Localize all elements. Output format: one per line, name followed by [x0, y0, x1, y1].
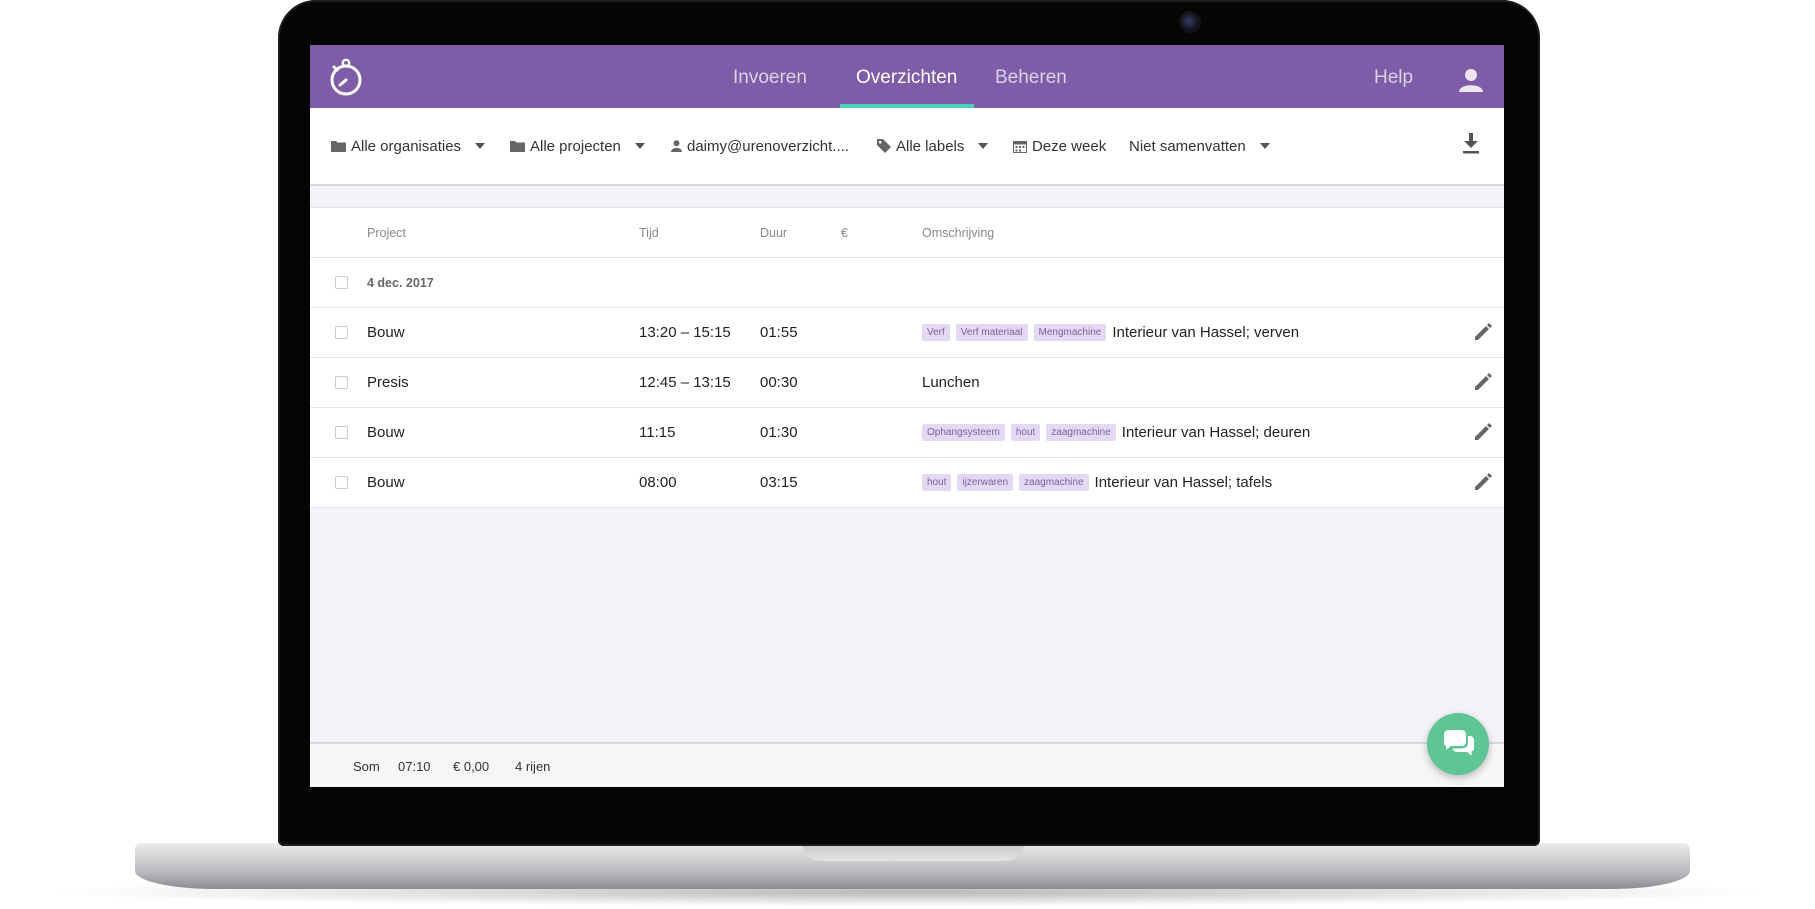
chevron-down-icon	[978, 143, 989, 149]
tag-badge: Mengmachine	[1033, 324, 1107, 341]
project-filter[interactable]: Alle projecten	[510, 108, 645, 184]
calendar-icon	[1013, 140, 1027, 153]
row-description: Interieur van Hassel; tafels	[1094, 474, 1273, 491]
label-filter[interactable]: Alle labels	[877, 108, 989, 184]
row-project: Bouw	[367, 324, 405, 341]
row-checkbox[interactable]	[335, 476, 348, 489]
table-header: Project Tijd Duur € Omschrijving	[310, 208, 1504, 258]
nav-beheren[interactable]: Beheren	[995, 45, 1067, 108]
row-duration: 03:15	[760, 474, 798, 491]
row-checkbox[interactable]	[335, 376, 348, 389]
stopwatch-logo-icon[interactable]	[327, 55, 365, 97]
row-checkbox[interactable]	[335, 326, 348, 339]
table-row[interactable]: Bouw 08:00 03:15 hout ijzerwaren zaagmac…	[310, 458, 1504, 508]
row-description: Interieur van Hassel; verven	[1112, 324, 1300, 341]
row-project: Bouw	[367, 474, 405, 491]
row-duration: 00:30	[760, 374, 798, 391]
row-checkbox[interactable]	[335, 426, 348, 439]
row-time: 11:15	[639, 424, 676, 441]
summary-footer: Som 07:10 € 0,00 4 rijen	[310, 742, 1504, 787]
time-entries-table: Project Tijd Duur € Omschrijving 4 dec. …	[310, 207, 1504, 508]
tag-icon	[877, 139, 891, 153]
pencil-icon[interactable]	[1473, 422, 1493, 442]
filter-bar: Alle organisaties Alle projecten daimy@u…	[310, 108, 1504, 186]
row-description: Lunchen	[922, 374, 980, 391]
tag-badge: zaagmachine	[1019, 474, 1089, 491]
table-row[interactable]: Bouw 13:20 – 15:15 01:55 Verf Verf mater…	[310, 308, 1504, 358]
user-filter[interactable]: daimy@urenoverzicht....	[671, 108, 849, 184]
period-filter[interactable]: Deze week	[1013, 108, 1106, 184]
table-row[interactable]: Presis 12:45 – 13:15 00:30 Lunchen	[310, 358, 1504, 408]
row-time: 08:00	[639, 474, 677, 491]
row-description-cell: Lunchen	[922, 358, 980, 407]
tag-badge: Verf materiaal	[955, 324, 1028, 341]
chevron-down-icon	[1259, 143, 1270, 149]
tag-badge: zaagmachine	[1046, 424, 1116, 441]
row-description-cell: hout ijzerwaren zaagmachine Interieur va…	[922, 458, 1272, 507]
user-filter-label: daimy@urenoverzicht....	[687, 137, 849, 155]
tag-badge: hout	[1010, 424, 1041, 441]
chat-button[interactable]	[1427, 713, 1489, 775]
header-description[interactable]: Omschrijving	[922, 208, 994, 257]
project-filter-label: Alle projecten	[530, 137, 621, 155]
chevron-down-icon	[634, 143, 645, 149]
tag-badge: Ophangsysteem	[922, 424, 1005, 441]
chat-bubbles-icon	[1444, 730, 1474, 756]
pencil-icon[interactable]	[1473, 472, 1493, 492]
chevron-down-icon	[475, 143, 486, 149]
row-count: 4 rijen	[515, 759, 551, 774]
header-time[interactable]: Tijd	[639, 208, 659, 257]
row-time: 12:45 – 13:15	[639, 374, 731, 391]
tag-badge: hout	[922, 474, 952, 491]
row-duration: 01:30	[760, 424, 798, 441]
top-navigation: Invoeren Overzichten Beheren Help	[310, 45, 1504, 108]
period-filter-label: Deze week	[1032, 137, 1107, 155]
row-project: Bouw	[367, 424, 405, 441]
header-duration[interactable]: Duur	[760, 208, 787, 257]
pencil-icon[interactable]	[1473, 372, 1493, 392]
app-screen: Invoeren Overzichten Beheren Help Alle o…	[310, 45, 1504, 787]
row-project: Presis	[367, 374, 409, 391]
date-group-row: 4 dec. 2017	[310, 258, 1504, 308]
tag-badge: ijzerwaren	[957, 474, 1014, 491]
total-amount: € 0,00	[453, 759, 490, 774]
nav-invoeren[interactable]: Invoeren	[733, 45, 807, 108]
summarize-filter-label: Niet samenvatten	[1129, 137, 1246, 155]
summarize-filter[interactable]: Niet samenvatten	[1129, 108, 1270, 184]
tag-badge: Verf	[922, 324, 950, 341]
camera	[1181, 13, 1199, 31]
total-time: 07:10	[398, 759, 431, 774]
user-icon[interactable]	[1458, 67, 1484, 93]
header-amount[interactable]: €	[841, 208, 848, 257]
folder-icon	[510, 141, 525, 152]
organisation-filter[interactable]: Alle organisaties	[331, 108, 486, 184]
header-project[interactable]: Project	[367, 208, 406, 257]
row-duration: 01:55	[760, 324, 798, 341]
download-icon[interactable]	[1461, 131, 1481, 155]
person-icon	[671, 140, 682, 152]
row-description: Interieur van Hassel; deuren	[1121, 424, 1311, 441]
pencil-icon[interactable]	[1473, 322, 1493, 342]
table-row[interactable]: Bouw 11:15 01:30 Ophangsysteem hout zaag…	[310, 408, 1504, 458]
folder-icon	[331, 141, 346, 152]
group-date: 4 dec. 2017	[367, 275, 434, 290]
nav-help[interactable]: Help	[1374, 45, 1413, 108]
row-time: 13:20 – 15:15	[639, 324, 731, 341]
organisation-filter-label: Alle organisaties	[351, 137, 462, 155]
label-filter-label: Alle labels	[896, 137, 965, 155]
nav-overzichten[interactable]: Overzichten	[856, 45, 957, 108]
row-description-cell: Ophangsysteem hout zaagmachine Interieur…	[922, 408, 1310, 457]
sum-label: Som	[353, 759, 380, 774]
group-checkbox[interactable]	[335, 276, 348, 289]
row-description-cell: Verf Verf materiaal Mengmachine Interieu…	[922, 308, 1299, 357]
